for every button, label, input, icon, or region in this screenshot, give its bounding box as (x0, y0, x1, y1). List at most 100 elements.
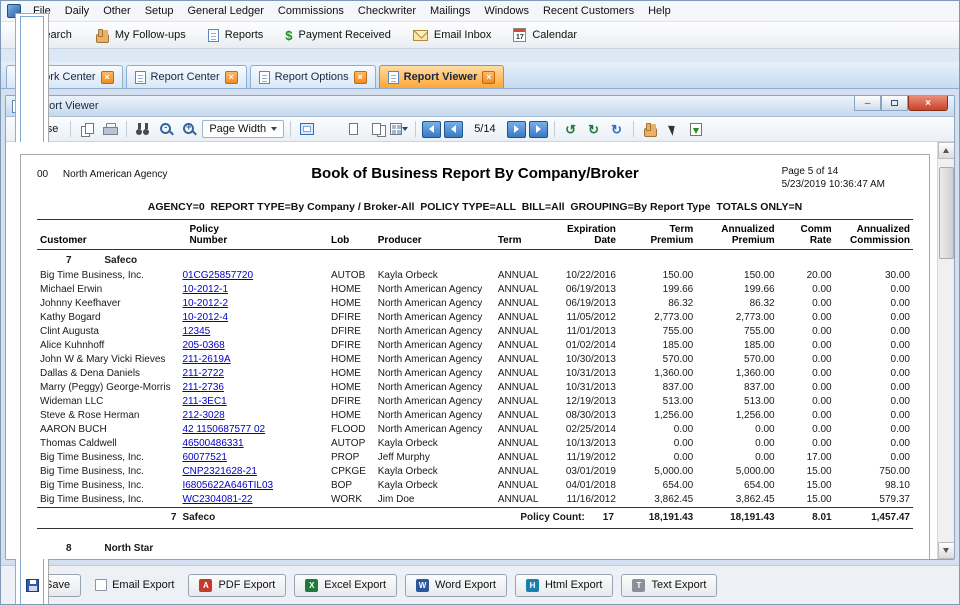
print-button[interactable] (100, 120, 120, 139)
first-page-button[interactable] (422, 121, 441, 138)
policy-number-link[interactable]: 42 1150687577 02 (182, 424, 265, 435)
producer-cell: North American Agency (375, 381, 495, 395)
fit-window-icon (300, 123, 314, 135)
fit-page-button[interactable] (320, 120, 340, 139)
annualized-commission-cell: 0.00 (835, 409, 913, 423)
policy-number-link[interactable]: 205-0368 (182, 340, 224, 351)
policy-number-link[interactable]: 211-2736 (182, 382, 224, 393)
producer-cell: North American Agency (375, 339, 495, 353)
tab-close-icon[interactable]: × (101, 71, 114, 84)
pdf-export-label: PDF Export (218, 579, 275, 591)
annualized-commission-cell: 0.00 (835, 311, 913, 325)
maximize-button[interactable] (881, 96, 908, 111)
menu-item[interactable]: Mailings (423, 2, 477, 20)
reports-button[interactable]: Reports (200, 26, 272, 45)
arrow-right-icon (536, 125, 541, 133)
menu-item[interactable]: Help (641, 2, 678, 20)
term-premium-cell: 1,256.00 (619, 409, 696, 423)
policy-number-link[interactable]: 211-3EC1 (182, 396, 226, 407)
comm-rate-cell: 15.00 (778, 493, 835, 508)
annualized-commission-cell: 0.00 (835, 283, 913, 297)
table-row: Big Time Business, Inc. 01CG25857720 AUT… (37, 269, 913, 283)
policy-number-link[interactable]: 01CG25857720 (182, 270, 253, 281)
col-annualized-premium: Annualized Premium (696, 220, 777, 250)
close-window-button[interactable]: × (908, 96, 948, 111)
find-button[interactable] (133, 120, 153, 139)
tab-report-viewer[interactable]: Report Viewer × (379, 65, 505, 88)
copy-button[interactable] (77, 120, 97, 139)
email-inbox-button[interactable]: Email Inbox (405, 26, 499, 44)
term-premium-cell: 150.00 (619, 269, 696, 283)
email-export-checkbox[interactable] (95, 579, 107, 591)
menu-item[interactable]: Windows (477, 2, 536, 20)
single-page-view-button[interactable] (343, 120, 363, 139)
undo-button[interactable]: ↺ (561, 120, 581, 139)
pdf-export-button[interactable]: PDF Export (188, 574, 286, 597)
export-button[interactable] (686, 120, 706, 139)
html-export-button[interactable]: Html Export (515, 574, 613, 597)
tab-close-icon[interactable]: × (354, 71, 367, 84)
policy-number-link[interactable]: 12345 (182, 326, 210, 337)
calendar-button[interactable]: 17 Calendar (505, 25, 585, 45)
my-followups-button[interactable]: My Follow-ups (86, 25, 194, 45)
fit-window-button[interactable] (297, 120, 317, 139)
facing-pages-view-button[interactable] (366, 120, 386, 139)
policy-number-link[interactable]: I6805622A646TIL03 (182, 480, 273, 491)
last-page-button[interactable] (529, 121, 548, 138)
tab-close-icon[interactable]: × (225, 71, 238, 84)
policy-number-link[interactable]: 10-2012-2 (182, 298, 228, 309)
vertical-scrollbar[interactable] (937, 142, 954, 559)
redo-button[interactable]: ↻ (584, 120, 604, 139)
menu-item[interactable]: Checkwriter (351, 2, 423, 20)
policy-number-link[interactable]: 60077521 (182, 452, 227, 463)
policy-number-link[interactable]: 10-2012-1 (182, 284, 228, 295)
payment-received-label: Payment Received (299, 29, 391, 41)
menu-item[interactable]: Other (96, 2, 138, 20)
report-timestamp: 5/23/2019 10:36:47 AM (782, 178, 885, 191)
minimize-button[interactable]: – (854, 96, 881, 111)
policy-number-link[interactable]: CNP2321628-21 (182, 466, 257, 477)
menu-item[interactable]: Commissions (271, 2, 351, 20)
select-tool-button[interactable] (663, 120, 683, 139)
refresh-button[interactable]: ↻ (607, 120, 627, 139)
menu-item[interactable]: Recent Customers (536, 2, 641, 20)
prev-page-button[interactable] (444, 121, 463, 138)
annualized-premium-cell: 513.00 (696, 395, 777, 409)
menu-item[interactable]: Setup (138, 2, 181, 20)
menu-item[interactable]: Daily (58, 2, 96, 20)
policy-number-link[interactable]: WC2304081-22 (182, 494, 252, 505)
text-export-button[interactable]: Text Export (621, 574, 717, 597)
hand-tool-button[interactable] (640, 120, 660, 139)
scroll-up-button[interactable] (938, 142, 955, 159)
lob-cell: DFIRE (328, 395, 375, 409)
thumbnails-view-button[interactable] (389, 120, 409, 139)
policy-number-link[interactable]: 10-2012-4 (182, 312, 228, 323)
window-title-bar[interactable]: Report Viewer – × (6, 96, 954, 117)
excel-export-button[interactable]: Excel Export (294, 574, 397, 597)
zoom-mode-select[interactable]: Page Width (202, 120, 284, 138)
next-page-button[interactable] (507, 121, 526, 138)
comm-rate-cell: 17.00 (778, 451, 835, 465)
customer-cell: Wideman LLC (37, 395, 179, 409)
annualized-commission-cell: 0.00 (835, 297, 913, 311)
scroll-down-button[interactable] (938, 542, 955, 559)
comm-rate-cell: 0.00 (778, 339, 835, 353)
facing-pages-icon (372, 123, 381, 135)
word-icon (416, 579, 429, 592)
my-followups-label: My Follow-ups (115, 29, 186, 41)
zoom-out-button[interactable]: - (156, 120, 176, 139)
term-premium-cell: 185.00 (619, 339, 696, 353)
zoom-in-button[interactable]: + (179, 120, 199, 139)
annualized-commission-cell: 0.00 (835, 437, 913, 451)
policy-number-link[interactable]: 211-2722 (182, 368, 224, 379)
tab-close-icon[interactable]: × (482, 71, 495, 84)
policy-number-link[interactable]: 211-2619A (182, 354, 230, 365)
word-export-button[interactable]: Word Export (405, 574, 507, 597)
scrollbar-thumb[interactable] (939, 167, 954, 259)
policy-number-link[interactable]: 212-3028 (182, 410, 224, 421)
menu-item[interactable]: General Ledger (180, 2, 270, 20)
policy-number-link[interactable]: 46500486331 (182, 438, 243, 449)
payment-received-button[interactable]: $ Payment Received (277, 26, 399, 45)
tab-report-options[interactable]: Report Options × (250, 65, 376, 88)
tab-report-center[interactable]: Report Center × (126, 65, 247, 88)
